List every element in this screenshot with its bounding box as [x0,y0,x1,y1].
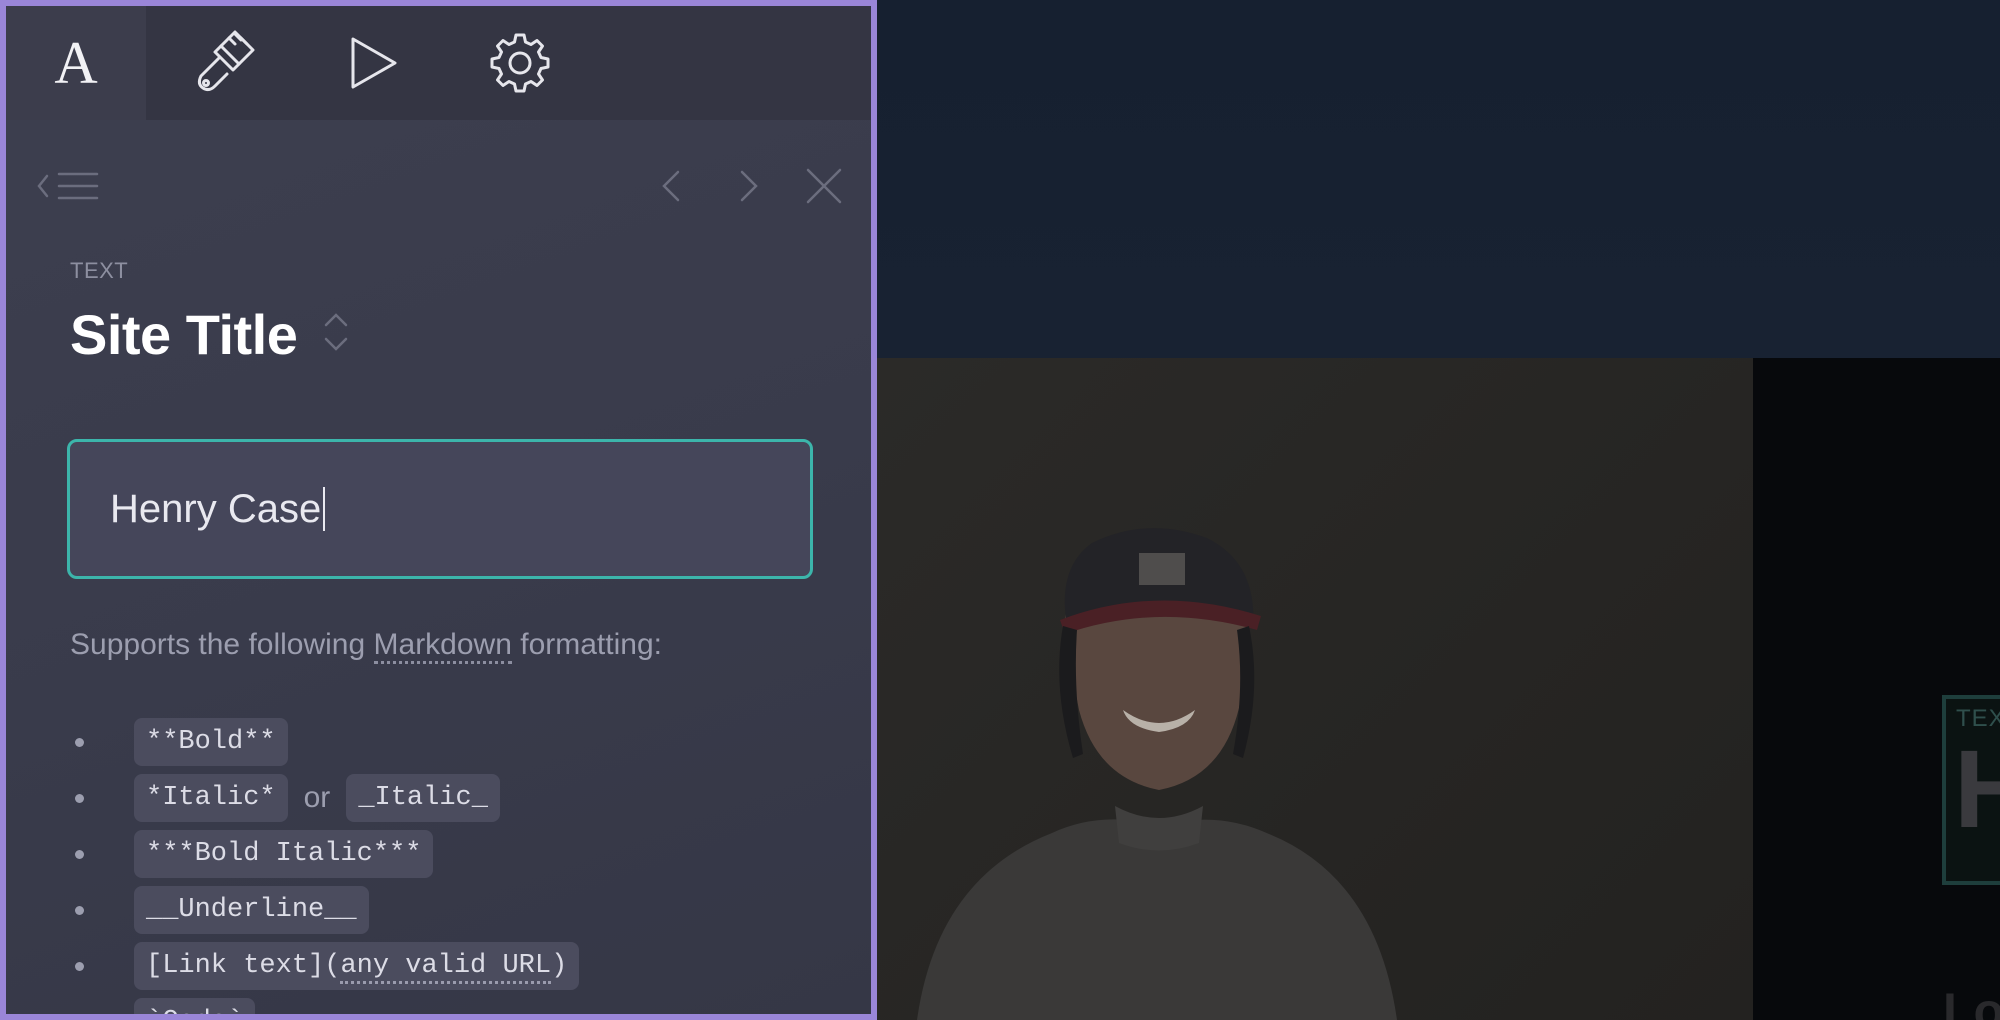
or-text: or [303,781,331,814]
help-prefix: Supports the following [70,628,374,661]
field-title: Site Title [70,303,298,366]
format-list: **Bold** *Italic* or _Italic_ ***Bold It… [70,714,580,1014]
input-value: Henry Case [110,486,322,531]
preview-bottom-text: Lo [1943,983,2000,1020]
previous-button[interactable] [646,156,696,216]
list-item: ***Bold Italic*** [70,826,579,882]
valid-url-link[interactable]: any valid URL [340,951,552,984]
code-link: [Link text](any valid URL) [134,942,580,990]
preview-header [877,0,2000,358]
editor-toolbar: A [6,6,871,120]
list-item: *Italic* or _Italic_ [70,770,579,826]
preview-text-box: TEX H [1942,695,2000,885]
code-italic-underscore: _Italic_ [346,774,500,822]
play-icon [351,37,397,89]
next-button[interactable] [724,156,774,216]
gear-icon [490,33,550,93]
section-label: TEXT [70,258,129,283]
editor-panel: A TEXT Site Title Henry Case Supports th… [0,0,877,1020]
back-to-list-button[interactable] [26,156,116,216]
site-title-input[interactable]: Henry Case [67,439,813,579]
help-suffix: formatting: [511,628,662,661]
chevron-left-icon [662,170,680,202]
text-caret [323,487,326,531]
list-item: [Link text](any valid URL) [70,938,580,994]
code-underline: __Underline__ [134,886,369,934]
close-icon [806,168,842,204]
back-list-icon [37,172,99,200]
list-item: __Underline__ [70,882,579,938]
site-preview: TEX H Lo [877,0,2000,1020]
list-item: `Code` [70,994,579,1014]
navigation-row [6,156,871,216]
chevron-right-icon [740,170,758,202]
reorder-button[interactable] [323,309,349,360]
code-italic-star: *Italic* [134,774,288,822]
close-button[interactable] [796,156,852,216]
link-suffix: ) [551,951,568,981]
tab-settings[interactable] [450,6,590,120]
list-item: **Bold** [70,714,579,770]
tab-text[interactable]: A [6,6,146,120]
person-photo-image [917,528,1397,1020]
markdown-help-text: Supports the following Markdown formatti… [70,628,662,664]
letter-a-icon: A [54,30,98,96]
code-bold: **Bold** [134,718,288,766]
reorder-icon [325,313,348,351]
field-title-row: Site Title [70,302,349,367]
preview-photo [877,358,1753,1020]
code-inline: `Code` [134,998,256,1014]
paintbrush-icon [197,30,255,92]
tab-style[interactable] [156,6,296,120]
markdown-link[interactable]: Markdown [373,628,512,664]
preview-dark-panel [1753,358,2000,1020]
preview-box-letter: H [1954,728,2000,851]
link-prefix: [Link text]( [146,951,341,981]
tab-preview[interactable] [303,6,443,120]
code-bold-italic: ***Bold Italic*** [134,830,434,878]
